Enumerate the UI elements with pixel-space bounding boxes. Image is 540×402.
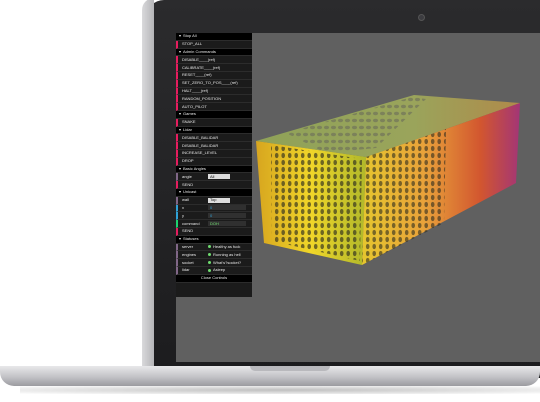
- laptop-notch: [250, 366, 330, 371]
- button-label: SET_ZERO_TO_POS____(ref): [182, 80, 238, 86]
- wall-label: wall: [182, 197, 189, 203]
- y-label: y: [182, 212, 184, 218]
- y-row: y0: [176, 212, 252, 221]
- lidar-status-row: lidar Asleep: [176, 266, 252, 275]
- folder-label: Unicast: [183, 189, 197, 195]
- snake-button[interactable]: SNAKE: [176, 118, 252, 127]
- close-controls-button[interactable]: Close Controls: [176, 274, 252, 283]
- status-dot-icon: [208, 261, 211, 264]
- folder-stop-all[interactable]: Stop All: [176, 33, 252, 41]
- send-angle-button[interactable]: SEND: [176, 181, 252, 189]
- socket-status: What's?socket?: [213, 259, 242, 265]
- button-label: HALT____(ref): [182, 87, 209, 93]
- x-input[interactable]: 0: [208, 205, 246, 211]
- increase-level-button[interactable]: INCREASE_LEVEL: [176, 149, 252, 158]
- wall-select[interactable]: Top: [208, 197, 230, 203]
- reset-button[interactable]: RESET____(ref): [176, 71, 252, 80]
- button-label: DISABLE_BALIDAR: [182, 142, 219, 148]
- angle-label: angle: [182, 173, 192, 179]
- button-label: DISABLE____(ref): [182, 56, 216, 62]
- set-zero-button[interactable]: SET_ZERO_TO_POS____(ref): [176, 79, 252, 88]
- folder-games[interactable]: Games: [176, 110, 252, 119]
- button-label: SEND: [182, 228, 194, 234]
- button-label: STOP_ALL: [182, 41, 203, 47]
- lidar-status: Asleep: [213, 267, 226, 273]
- button-label: DISABLE_BALIDAR: [182, 134, 219, 140]
- command-input[interactable]: DOH: [208, 221, 246, 227]
- button-label: DROP: [182, 158, 194, 164]
- folder-unicast[interactable]: Unicast: [176, 188, 252, 197]
- status-dot-icon: [208, 253, 211, 257]
- folder-label: Lidar: [183, 126, 192, 132]
- folder-basic-angles[interactable]: Basic Angles: [176, 165, 252, 174]
- folder-label: Basic Angles: [183, 165, 206, 171]
- disable-lidar-button[interactable]: DISABLE_BALIDAR: [176, 134, 252, 143]
- enable-lidar-button[interactable]: DISABLE_BALIDAR: [176, 142, 252, 150]
- status-dot-icon: [208, 245, 211, 249]
- button-label: INCREASE_LEVEL: [182, 150, 218, 156]
- button-label: Close Controls: [200, 275, 228, 281]
- server-label: server: [182, 243, 194, 249]
- send-unicast-button[interactable]: SEND: [176, 227, 252, 236]
- server-status: Healthy as fuck: [213, 243, 241, 249]
- stop-all-button[interactable]: STOP_ALL: [176, 40, 252, 49]
- control-panel: Stop All STOP_ALL Admin Commands DISABLE…: [176, 33, 252, 297]
- folder-statuses[interactable]: Statuses: [176, 235, 252, 244]
- calibrate-button[interactable]: CALIBRATE____(ref): [176, 64, 252, 72]
- angle-row: angle All: [176, 173, 252, 182]
- wall-row: wall Top: [176, 196, 252, 205]
- button-label: AUTO_PILOT: [182, 103, 207, 109]
- laptop-shadow: [20, 386, 540, 394]
- socket-label: socket: [182, 259, 194, 265]
- button-label: SNAKE: [182, 119, 196, 125]
- button-label: CALIBRATE____(ref): [182, 64, 221, 70]
- folder-label: Games: [183, 111, 196, 117]
- halt-button[interactable]: HALT____(ref): [176, 87, 252, 96]
- command-label: command: [182, 220, 200, 226]
- socket-status-row: socket What's?socket?: [176, 259, 252, 267]
- status-dot-icon: [208, 268, 211, 272]
- button-label: SEND: [182, 181, 194, 187]
- auto-pilot-button[interactable]: AUTO_PILOT: [176, 103, 252, 111]
- camera-icon: [418, 14, 425, 21]
- command-row: command DOH: [176, 220, 252, 228]
- screen: Stop All STOP_ALL Admin Commands DISABLE…: [176, 33, 540, 362]
- folder-label: Stop All: [183, 33, 197, 39]
- folder-label: Admin Commands: [183, 48, 216, 54]
- engines-status: Running as hell: [213, 251, 241, 257]
- disable-button[interactable]: DISABLE____(ref): [176, 56, 252, 65]
- x-label: x: [182, 204, 184, 210]
- engines-label: engines: [182, 251, 197, 257]
- y-input[interactable]: 0: [208, 213, 246, 219]
- engines-status-row: engines Running as hell: [176, 251, 252, 260]
- angle-select[interactable]: All: [208, 174, 230, 180]
- button-label: RANDOM_POSITION: [182, 95, 222, 101]
- folder-admin[interactable]: Admin Commands: [176, 48, 252, 57]
- drop-button[interactable]: DROP: [176, 157, 252, 166]
- folder-lidar[interactable]: Lidar: [176, 126, 252, 135]
- x-row: x0: [176, 204, 252, 213]
- lidar-label: lidar: [182, 267, 190, 273]
- button-label: RESET____(ref): [182, 72, 212, 78]
- box-left-pattern: [271, 145, 362, 261]
- random-position-button[interactable]: RANDOM_POSITION: [176, 95, 252, 104]
- server-status-row: server Healthy as fuck: [176, 243, 252, 252]
- folder-label: Statuses: [183, 236, 199, 242]
